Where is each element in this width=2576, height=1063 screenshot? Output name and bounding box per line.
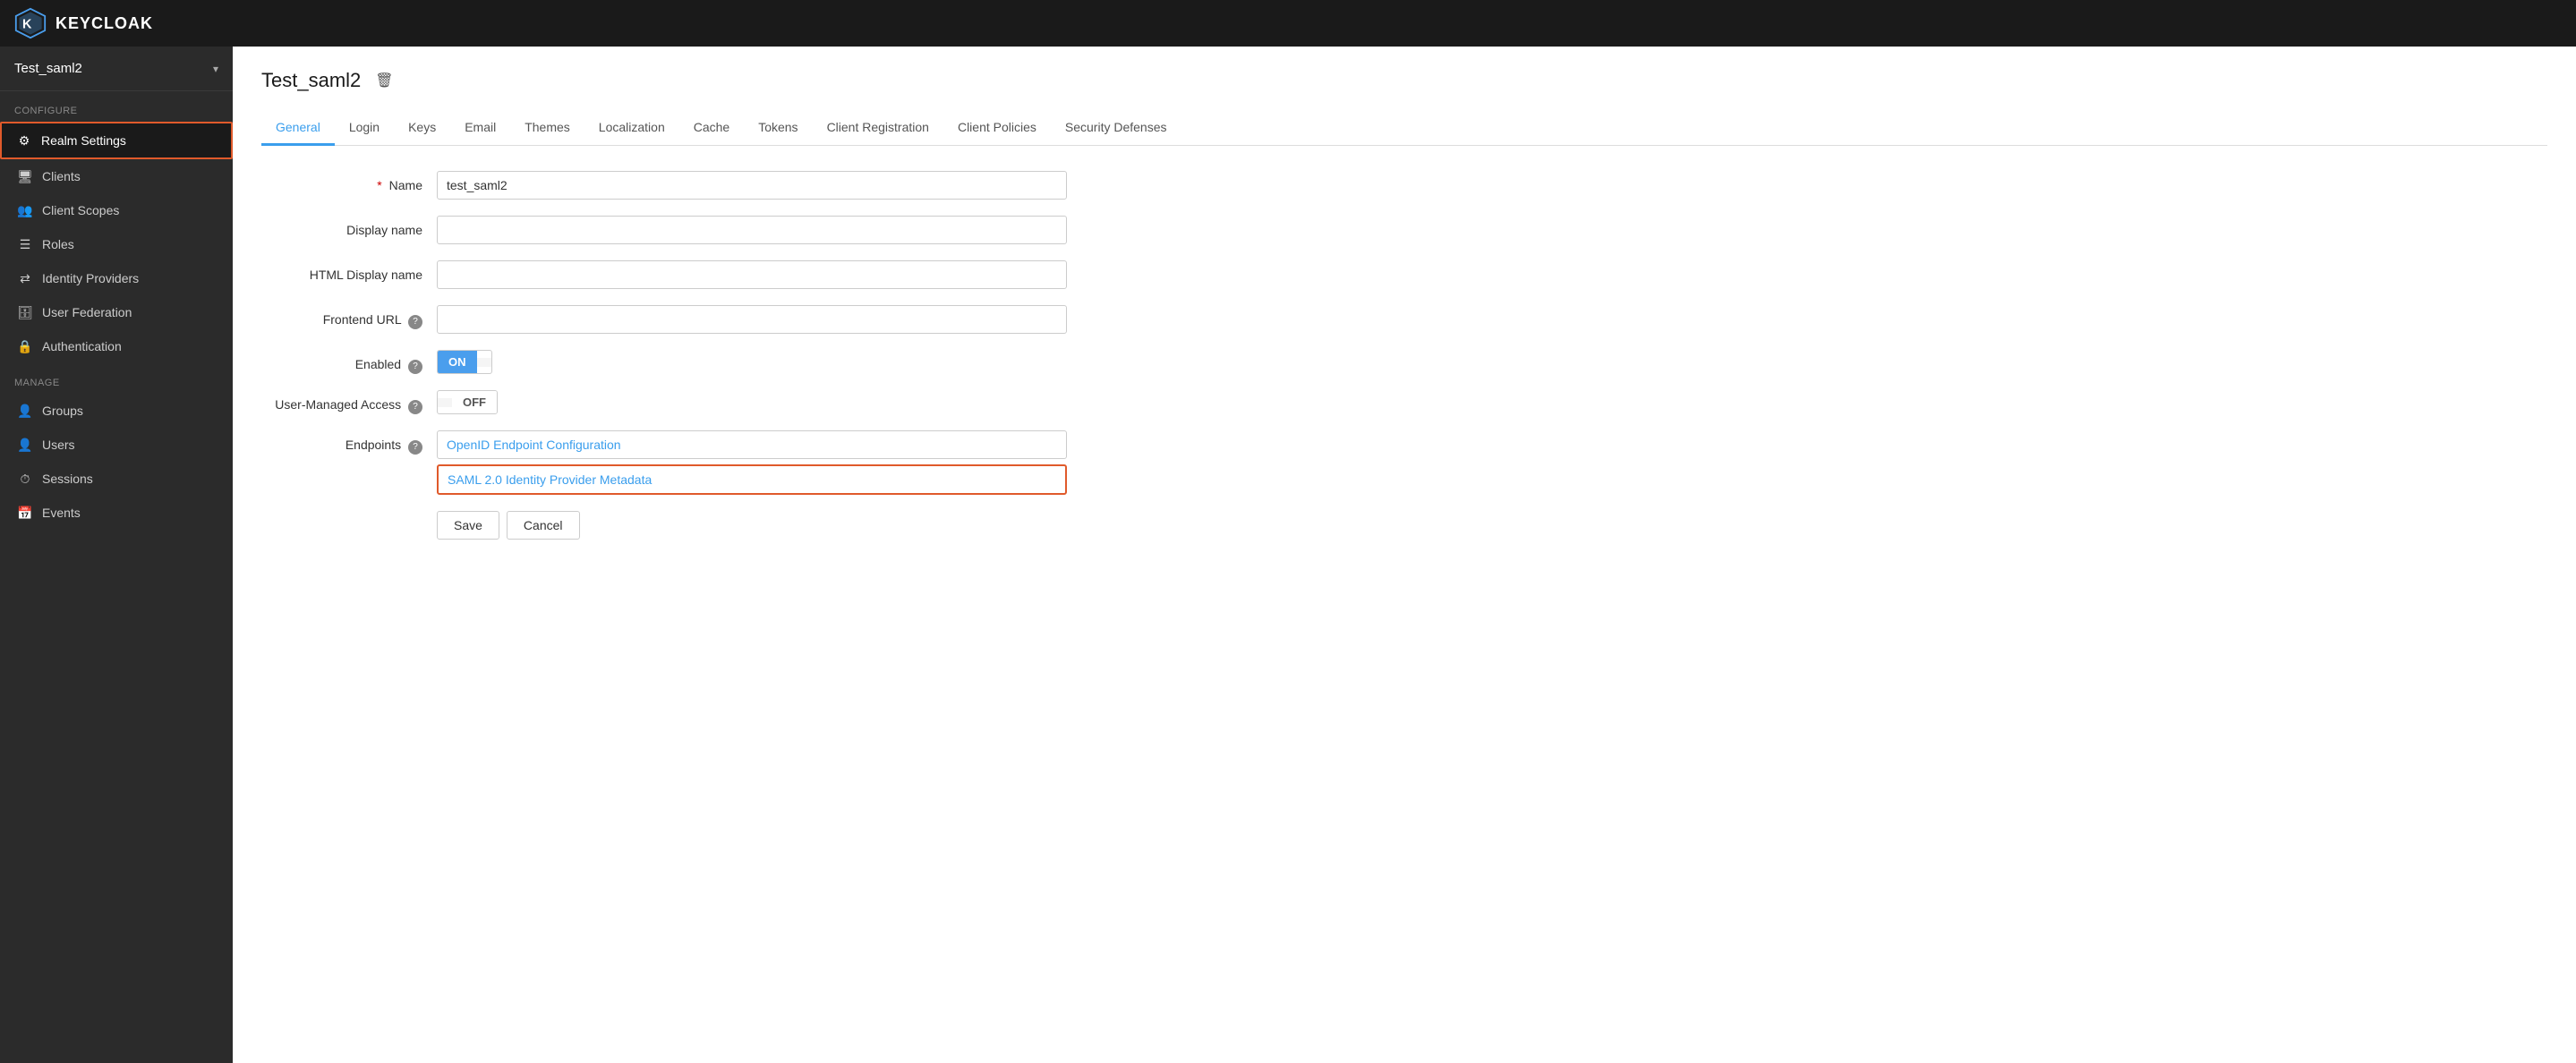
endpoint-saml-link[interactable]: SAML 2.0 Identity Provider Metadata	[437, 464, 1067, 495]
user-managed-access-label: User-Managed Access ?	[261, 390, 422, 414]
endpoints-label: Endpoints ?	[261, 430, 422, 455]
sidebar-item-user-federation-label: User Federation	[42, 305, 132, 319]
name-input[interactable]	[437, 171, 1067, 200]
client-scopes-icon: 👥	[17, 202, 33, 218]
tab-client-registration[interactable]: Client Registration	[813, 111, 943, 146]
realm-settings-icon: ⚙	[16, 132, 32, 149]
sidebar-item-groups-label: Groups	[42, 404, 83, 418]
html-display-name-input[interactable]	[437, 260, 1067, 289]
frontend-url-label: Frontend URL ?	[261, 305, 422, 329]
html-display-name-row: HTML Display name	[261, 260, 1067, 289]
delete-realm-button[interactable]: 🗑	[371, 68, 397, 93]
roles-icon: ☰	[17, 236, 33, 252]
endpoints-row: Endpoints ? OpenID Endpoint Configuratio…	[261, 430, 1067, 495]
tabs: General Login Keys Email Themes Localiza…	[261, 111, 2547, 146]
clients-icon: 🖥	[17, 168, 33, 184]
sidebar-item-clients[interactable]: 🖥 Clients	[0, 159, 233, 193]
authentication-icon: 🔒	[17, 338, 33, 354]
content-area: Test_saml2 🗑 General Login Keys Email Th…	[233, 47, 2576, 1063]
enabled-label: Enabled ?	[261, 350, 422, 374]
toggle-off-button[interactable]: OFF	[452, 391, 497, 413]
user-managed-access-info-icon: ?	[408, 400, 422, 414]
frontend-url-info-icon: ?	[408, 315, 422, 329]
events-icon: 📅	[17, 505, 33, 521]
frontend-url-row: Frontend URL ?	[261, 305, 1067, 334]
sidebar-item-client-scopes-label: Client Scopes	[42, 203, 119, 217]
page-title-row: Test_saml2 🗑	[261, 68, 2547, 93]
enabled-toggle[interactable]: ON	[437, 350, 492, 374]
keycloak-logo-icon: K	[14, 7, 47, 39]
enabled-toggle-container: ON	[437, 350, 492, 374]
manage-section-label: Manage	[0, 363, 233, 394]
main-layout: Test_saml2 ▾ Configure ⚙ Realm Settings …	[0, 47, 2576, 1063]
name-row: * Name	[261, 171, 1067, 200]
sidebar-item-roles-label: Roles	[42, 237, 74, 251]
sidebar-item-client-scopes[interactable]: 👥 Client Scopes	[0, 193, 233, 227]
user-managed-access-toggle[interactable]: OFF	[437, 390, 498, 414]
sidebar-item-realm-settings[interactable]: ⚙ Realm Settings	[0, 122, 233, 159]
tab-themes[interactable]: Themes	[510, 111, 584, 146]
action-buttons: Save Cancel	[261, 511, 1067, 540]
html-display-name-label: HTML Display name	[261, 260, 422, 282]
configure-section-label: Configure	[0, 91, 233, 122]
toggle-off-part[interactable]	[477, 358, 491, 367]
chevron-down-icon: ▾	[213, 63, 218, 75]
groups-icon: 👤	[17, 403, 33, 419]
sidebar-item-identity-providers[interactable]: ⇄ Identity Providers	[0, 261, 233, 295]
realm-name: Test_saml2	[14, 61, 82, 76]
sidebar-item-authentication[interactable]: 🔒 Authentication	[0, 329, 233, 363]
user-managed-access-toggle-container: OFF	[437, 390, 498, 414]
realm-selector[interactable]: Test_saml2 ▾	[0, 47, 233, 91]
logo-area: K KEYCLOAK	[14, 7, 153, 39]
logo-text: KEYCLOAK	[55, 14, 153, 33]
tab-general[interactable]: General	[261, 111, 335, 146]
sidebar-item-users-label: Users	[42, 438, 75, 452]
users-icon: 👤	[17, 437, 33, 453]
sidebar-item-events-label: Events	[42, 506, 81, 520]
display-name-row: Display name	[261, 216, 1067, 244]
sidebar-item-realm-settings-label: Realm Settings	[41, 133, 126, 148]
name-label: * Name	[261, 171, 422, 192]
sidebar-item-users[interactable]: 👤 Users	[0, 428, 233, 462]
sidebar-item-user-federation[interactable]: 🗄 User Federation	[0, 295, 233, 329]
svg-text:K: K	[22, 17, 32, 31]
top-header: K KEYCLOAK	[0, 0, 2576, 47]
sidebar-item-roles[interactable]: ☰ Roles	[0, 227, 233, 261]
user-managed-access-row: User-Managed Access ? OFF	[261, 390, 1067, 414]
sidebar-item-sessions[interactable]: ⏱ Sessions	[0, 462, 233, 496]
sidebar-item-events[interactable]: 📅 Events	[0, 496, 233, 530]
save-button[interactable]: Save	[437, 511, 499, 540]
tab-login[interactable]: Login	[335, 111, 394, 146]
sidebar-item-authentication-label: Authentication	[42, 339, 122, 353]
display-name-label: Display name	[261, 216, 422, 237]
tab-localization[interactable]: Localization	[584, 111, 679, 146]
enabled-row: Enabled ? ON	[261, 350, 1067, 374]
tab-tokens[interactable]: Tokens	[744, 111, 812, 146]
endpoint-openid-link[interactable]: OpenID Endpoint Configuration	[437, 430, 1067, 459]
endpoints-info-icon: ?	[408, 440, 422, 455]
toggle-on-button[interactable]: ON	[438, 351, 477, 373]
tab-email[interactable]: Email	[450, 111, 510, 146]
page-title: Test_saml2	[261, 69, 361, 92]
cancel-button[interactable]: Cancel	[507, 511, 580, 540]
frontend-url-input[interactable]	[437, 305, 1067, 334]
form-section: * Name Display name HTML Display name Fr…	[261, 171, 1067, 540]
toggle-off-empty[interactable]	[438, 398, 452, 407]
enabled-info-icon: ?	[408, 360, 422, 374]
sidebar-item-identity-providers-label: Identity Providers	[42, 271, 139, 285]
sidebar-item-clients-label: Clients	[42, 169, 81, 183]
tab-client-policies[interactable]: Client Policies	[943, 111, 1051, 146]
display-name-input[interactable]	[437, 216, 1067, 244]
required-indicator: *	[377, 178, 381, 192]
endpoints-container: OpenID Endpoint Configuration SAML 2.0 I…	[437, 430, 1067, 495]
sidebar: Test_saml2 ▾ Configure ⚙ Realm Settings …	[0, 47, 233, 1063]
tab-keys[interactable]: Keys	[394, 111, 450, 146]
tab-security-defenses[interactable]: Security Defenses	[1051, 111, 1181, 146]
sidebar-item-sessions-label: Sessions	[42, 472, 93, 486]
tab-cache[interactable]: Cache	[679, 111, 744, 146]
user-federation-icon: 🗄	[17, 304, 33, 320]
sidebar-item-groups[interactable]: 👤 Groups	[0, 394, 233, 428]
sessions-icon: ⏱	[17, 471, 33, 487]
identity-providers-icon: ⇄	[17, 270, 33, 286]
